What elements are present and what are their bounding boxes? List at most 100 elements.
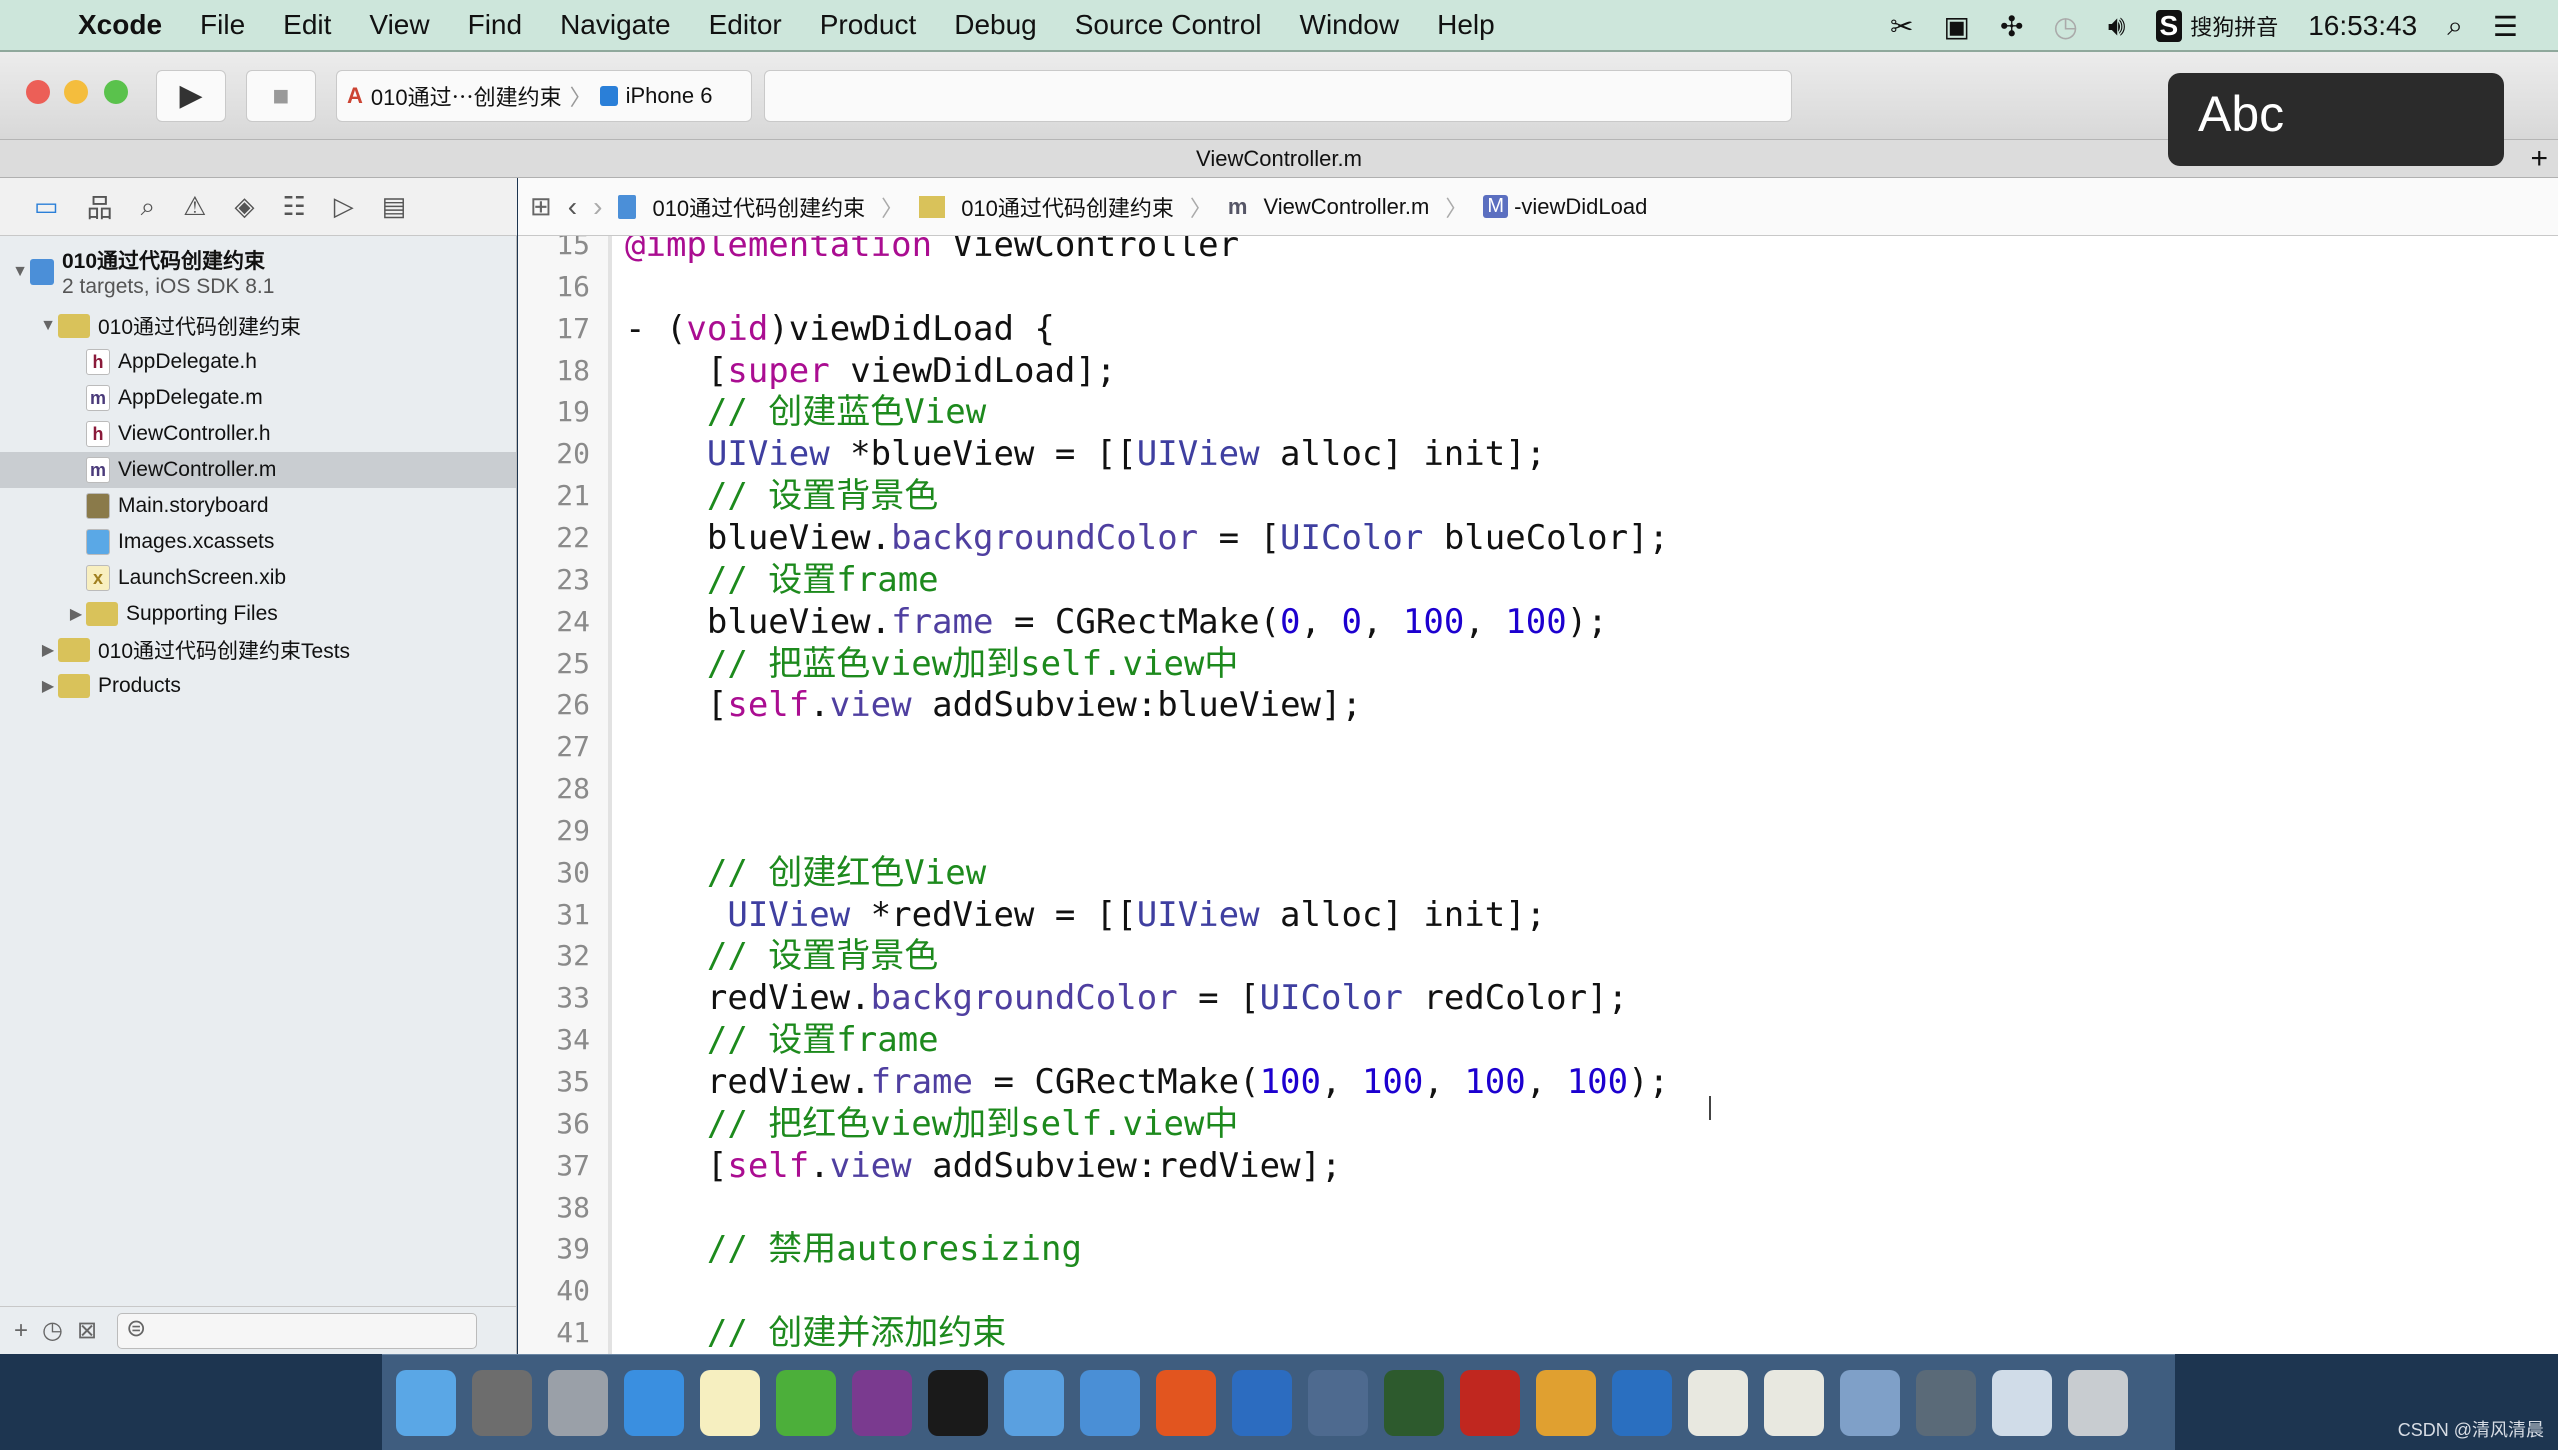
dock-ftp-icon[interactable] bbox=[1384, 1369, 1444, 1436]
source-control-filter-icon[interactable]: ⊠ bbox=[77, 1316, 97, 1345]
code-line[interactable]: // 创建蓝色View bbox=[625, 391, 986, 433]
breakpoint-navigator-icon[interactable]: ▷ bbox=[334, 191, 354, 222]
volume-icon[interactable]: 🔊︎ bbox=[2108, 10, 2126, 43]
project-navigator-icon[interactable]: ▭ bbox=[34, 191, 59, 222]
dock-trash-icon[interactable] bbox=[2068, 1369, 2128, 1436]
add-tab-button[interactable]: + bbox=[2530, 140, 2548, 178]
dock-filezilla-icon[interactable] bbox=[1460, 1369, 1520, 1436]
navigator-item[interactable]: ▶ Supporting Files bbox=[0, 596, 516, 632]
jumpbar-group[interactable]: 010通过代码创建约束 bbox=[961, 191, 1174, 223]
navigator-item[interactable]: ▶ Products bbox=[0, 668, 516, 704]
navigator-item[interactable]: ▼ 010通过代码创建约束 bbox=[0, 308, 516, 344]
menu-editor[interactable]: Editor bbox=[709, 9, 782, 41]
code-line[interactable]: // 把红色view加到self.view中 bbox=[625, 1103, 1239, 1145]
bluetooth-icon[interactable]: ✣ bbox=[2000, 10, 2023, 43]
test-navigator-icon[interactable]: ◈ bbox=[234, 191, 254, 222]
navigator-item[interactable]: h AppDelegate.h bbox=[0, 344, 516, 380]
dock-document-icon[interactable] bbox=[1992, 1369, 2052, 1436]
dock-xmind-icon[interactable] bbox=[776, 1369, 836, 1436]
navigator-item[interactable]: x LaunchScreen.xib bbox=[0, 560, 516, 596]
menu-edit[interactable]: Edit bbox=[283, 9, 331, 41]
report-navigator-icon[interactable]: ▤ bbox=[382, 191, 407, 222]
menu-product[interactable]: Product bbox=[820, 9, 917, 41]
notification-center-icon[interactable]: ☰ bbox=[2493, 10, 2518, 43]
menu-app[interactable]: Xcode bbox=[78, 9, 162, 41]
jumpbar-file[interactable]: ViewController.m bbox=[1263, 194, 1429, 220]
menu-find[interactable]: Find bbox=[468, 9, 522, 41]
dock-word-icon[interactable] bbox=[1612, 1369, 1672, 1436]
code-line[interactable]: [super viewDidLoad]; bbox=[625, 350, 1116, 392]
code-line[interactable]: [self.view addSubview:blueView]; bbox=[625, 684, 1362, 726]
disclosure-collapsed-icon[interactable]: ▶ bbox=[38, 640, 58, 660]
code-line[interactable]: // 禁用autoresizing bbox=[625, 1228, 1082, 1270]
back-button[interactable]: ‹ bbox=[568, 191, 577, 223]
dock-movie-icon[interactable] bbox=[1308, 1369, 1368, 1436]
dock-terminal-icon[interactable] bbox=[928, 1369, 988, 1436]
camera-icon[interactable]: ▣ bbox=[1943, 10, 1969, 43]
navigator-item[interactable]: m AppDelegate.m bbox=[0, 380, 516, 416]
dock-tool-icon[interactable] bbox=[1536, 1369, 1596, 1436]
close-button[interactable] bbox=[26, 80, 50, 104]
related-items-icon[interactable]: ⊞ bbox=[530, 191, 552, 222]
dock-sketch-folder-icon[interactable] bbox=[1080, 1369, 1140, 1436]
code-line[interactable]: redView.frame = CGRectMake(100, 100, 100… bbox=[625, 1061, 1669, 1103]
menu-file[interactable]: File bbox=[200, 9, 245, 41]
code-line[interactable]: redView.backgroundColor = [UIColor redCo… bbox=[625, 977, 1628, 1019]
scissors-icon[interactable]: ✂ bbox=[1890, 10, 1913, 43]
menu-source-control[interactable]: Source Control bbox=[1075, 9, 1262, 41]
input-method-label[interactable]: 搜狗拼音 bbox=[2190, 10, 2278, 42]
run-button[interactable]: ▶ bbox=[156, 70, 226, 122]
source-editor[interactable]: 15 16 17 18 19 20 21 22 23 24 25 26 27 28 29 30 31 32 33 34… bbox=[518, 236, 2558, 1354]
navigator-item[interactable]: m ViewController.m bbox=[0, 452, 516, 488]
menu-help[interactable]: Help bbox=[1437, 9, 1495, 41]
code-line[interactable]: // 创建并添加约束 bbox=[625, 1312, 1006, 1354]
issue-navigator-icon[interactable]: ⚠ bbox=[183, 191, 206, 222]
minimize-button[interactable] bbox=[64, 80, 88, 104]
filter-input[interactable]: ⊜ bbox=[117, 1312, 478, 1349]
dock-finder-icon[interactable] bbox=[396, 1369, 456, 1436]
tab-viewcontroller-m[interactable]: ViewController.m bbox=[1196, 146, 1362, 171]
disclosure-expanded-icon[interactable]: ▼ bbox=[10, 263, 30, 281]
dock-app-a2-icon[interactable] bbox=[1764, 1369, 1824, 1436]
disclosure-expanded-icon[interactable]: ▼ bbox=[38, 317, 58, 335]
dock-notes-icon[interactable] bbox=[700, 1369, 760, 1436]
scheme-selector[interactable]: A 010通过⋯创建约束 〉 iPhone 6 bbox=[336, 70, 752, 122]
debug-navigator-icon[interactable]: ☷ bbox=[282, 191, 305, 222]
menu-debug[interactable]: Debug bbox=[954, 9, 1037, 41]
menu-navigate[interactable]: Navigate bbox=[560, 9, 671, 41]
spotlight-icon[interactable]: ⌕ bbox=[2447, 10, 2463, 43]
code-line[interactable]: // 把蓝色view加到self.view中 bbox=[625, 643, 1239, 685]
dock-xcode-icon[interactable] bbox=[1004, 1369, 1064, 1436]
code-line[interactable]: blueView.frame = CGRectMake(0, 0, 100, 1… bbox=[625, 601, 1608, 643]
dock-onenote-icon[interactable] bbox=[852, 1369, 912, 1436]
disclosure-collapsed-icon[interactable]: ▶ bbox=[38, 676, 58, 696]
code-line[interactable]: blueView.backgroundColor = [UIColor blue… bbox=[625, 517, 1669, 559]
jumpbar-method[interactable]: -viewDidLoad bbox=[1514, 194, 1647, 220]
code-line[interactable]: // 设置frame bbox=[625, 1019, 939, 1061]
menu-view[interactable]: View bbox=[369, 9, 429, 41]
dock-screenshot-icon[interactable] bbox=[1232, 1369, 1292, 1436]
menu-window[interactable]: Window bbox=[1300, 9, 1400, 41]
code-line[interactable]: // 创建红色View bbox=[625, 852, 986, 894]
navigator-item[interactable]: Main.storyboard bbox=[0, 488, 516, 524]
code-line[interactable]: UIView *redView = [[UIView alloc] init]; bbox=[625, 894, 1546, 936]
dock-preview-icon[interactable] bbox=[1840, 1369, 1900, 1436]
code-line[interactable]: // 设置背景色 bbox=[625, 475, 938, 517]
recent-files-icon[interactable]: ◷ bbox=[42, 1316, 63, 1345]
dock-app-a1-icon[interactable] bbox=[1688, 1369, 1748, 1436]
dock-system-preferences-icon[interactable] bbox=[472, 1369, 532, 1436]
input-method-icon[interactable]: S bbox=[2155, 10, 2183, 42]
code-line[interactable]: UIView *blueView = [[UIView alloc] init]… bbox=[625, 433, 1546, 475]
symbol-navigator-icon[interactable]: 品 bbox=[87, 188, 113, 225]
jumpbar-project[interactable]: 010通过代码创建约束 bbox=[652, 191, 865, 223]
code-line[interactable]: // 设置背景色 bbox=[625, 935, 938, 977]
dock-screen-icon[interactable] bbox=[1916, 1369, 1976, 1436]
dock-safari-icon[interactable] bbox=[624, 1369, 684, 1436]
dock-launchpad-icon[interactable] bbox=[548, 1369, 608, 1436]
code-line[interactable]: @implementation ViewController bbox=[625, 236, 1239, 266]
navigator-item[interactable]: Images.xcassets bbox=[0, 524, 516, 560]
navigator-item[interactable]: ▼ 010通过代码创建约束 2 targets, iOS SDK 8.1 bbox=[0, 240, 516, 304]
forward-button[interactable]: › bbox=[593, 191, 602, 223]
navigator-item[interactable]: ▶ 010通过代码创建约束Tests bbox=[0, 632, 516, 668]
stop-button[interactable]: ■ bbox=[246, 70, 316, 122]
